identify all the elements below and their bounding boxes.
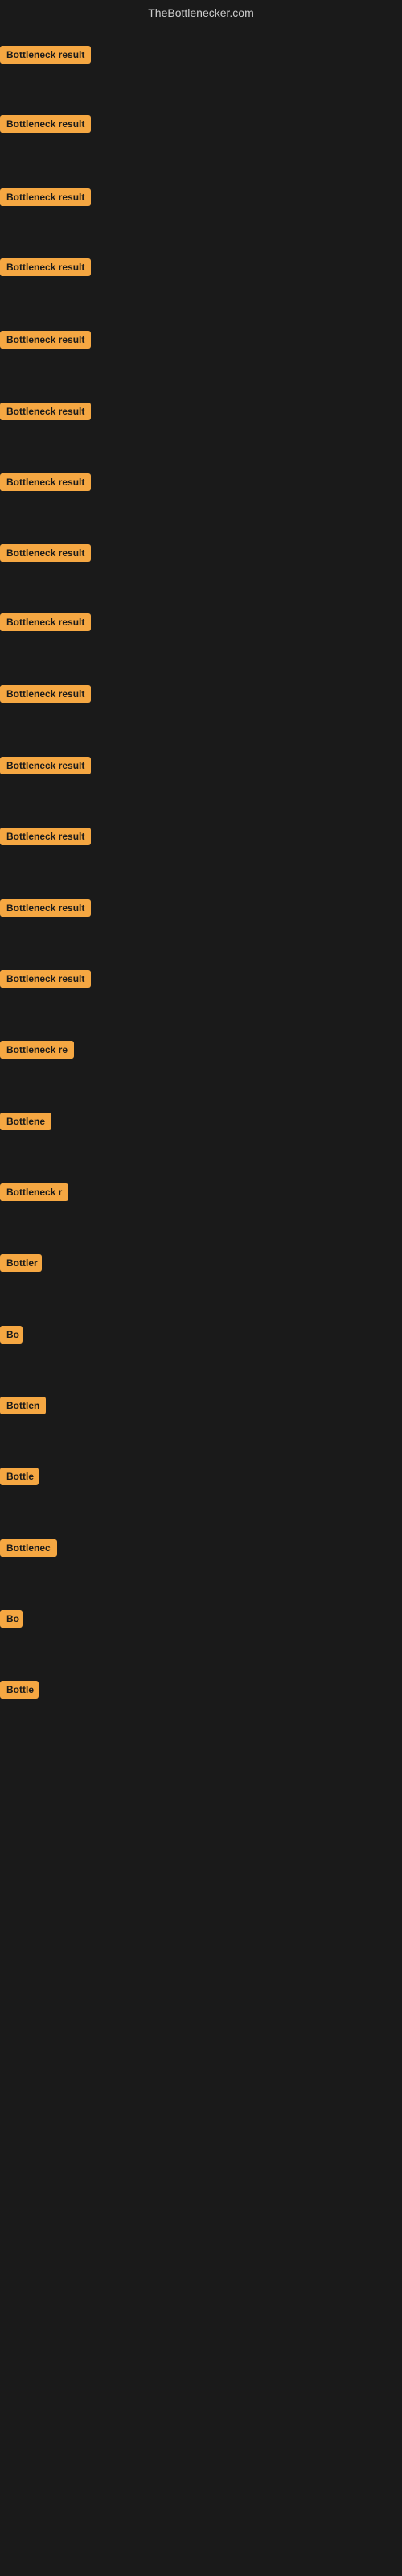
bottleneck-result-badge[interactable]: Bottle bbox=[0, 1468, 39, 1485]
bottleneck-result-badge[interactable]: Bottlen bbox=[0, 1397, 46, 1414]
bottleneck-result-badge[interactable]: Bottleneck r bbox=[0, 1183, 68, 1201]
bottleneck-badge-container: Bottlene bbox=[0, 1113, 51, 1134]
bottleneck-result-badge[interactable]: Bottleneck re bbox=[0, 1041, 74, 1059]
bottleneck-badge-container: Bottleneck result bbox=[0, 46, 91, 68]
bottleneck-badge-container: Bottleneck result bbox=[0, 613, 91, 635]
bottleneck-result-badge[interactable]: Bo bbox=[0, 1326, 23, 1344]
bottleneck-badge-container: Bottler bbox=[0, 1254, 42, 1276]
bottleneck-result-badge[interactable]: Bottleneck result bbox=[0, 899, 91, 917]
bottleneck-badge-container: Bottleneck result bbox=[0, 899, 91, 921]
bottleneck-badge-container: Bottle bbox=[0, 1468, 39, 1489]
bottleneck-result-badge[interactable]: Bottlene bbox=[0, 1113, 51, 1130]
bottleneck-result-badge[interactable]: Bottleneck result bbox=[0, 828, 91, 845]
bottleneck-result-badge[interactable]: Bottleneck result bbox=[0, 613, 91, 631]
bottleneck-result-badge[interactable]: Bottleneck result bbox=[0, 46, 91, 64]
bottleneck-badge-container: Bo bbox=[0, 1326, 23, 1348]
bottleneck-badge-container: Bottleneck r bbox=[0, 1183, 68, 1205]
bottleneck-badge-container: Bottleneck result bbox=[0, 115, 91, 137]
bottleneck-result-badge[interactable]: Bottleneck result bbox=[0, 970, 91, 988]
bottleneck-badge-container: Bottleneck re bbox=[0, 1041, 74, 1063]
bottleneck-result-badge[interactable]: Bottleneck result bbox=[0, 757, 91, 774]
bottleneck-badge-container: Bottlenec bbox=[0, 1539, 57, 1561]
bottleneck-badge-container: Bottleneck result bbox=[0, 828, 91, 849]
bottleneck-badge-container: Bottleneck result bbox=[0, 402, 91, 424]
bottleneck-result-badge[interactable]: Bottleneck result bbox=[0, 115, 91, 133]
bottleneck-result-badge[interactable]: Bottleneck result bbox=[0, 331, 91, 349]
bottleneck-badge-container: Bottleneck result bbox=[0, 331, 91, 353]
bottleneck-result-badge[interactable]: Bottleneck result bbox=[0, 258, 91, 276]
bottleneck-badge-container: Bottleneck result bbox=[0, 188, 91, 210]
bottleneck-badge-container: Bottleneck result bbox=[0, 685, 91, 707]
bottleneck-result-badge[interactable]: Bottlenec bbox=[0, 1539, 57, 1557]
bottleneck-badge-container: Bottleneck result bbox=[0, 970, 91, 992]
bottleneck-result-badge[interactable]: Bottle bbox=[0, 1681, 39, 1699]
bottleneck-badge-container: Bottleneck result bbox=[0, 473, 91, 495]
bottleneck-badge-container: Bottleneck result bbox=[0, 757, 91, 778]
bottleneck-badge-container: Bottleneck result bbox=[0, 258, 91, 280]
bottleneck-result-badge[interactable]: Bottleneck result bbox=[0, 473, 91, 491]
bottleneck-badge-container: Bottlen bbox=[0, 1397, 46, 1418]
bottleneck-badge-container: Bottleneck result bbox=[0, 544, 91, 566]
bottleneck-result-badge[interactable]: Bo bbox=[0, 1610, 23, 1628]
bottleneck-badge-container: Bo bbox=[0, 1610, 23, 1632]
bottleneck-result-badge[interactable]: Bottleneck result bbox=[0, 402, 91, 420]
bottleneck-result-badge[interactable]: Bottleneck result bbox=[0, 544, 91, 562]
bottleneck-result-badge[interactable]: Bottleneck result bbox=[0, 685, 91, 703]
bottleneck-result-badge[interactable]: Bottler bbox=[0, 1254, 42, 1272]
bottleneck-badge-container: Bottle bbox=[0, 1681, 39, 1703]
site-title: TheBottlenecker.com bbox=[0, 0, 402, 23]
bottleneck-result-badge[interactable]: Bottleneck result bbox=[0, 188, 91, 206]
